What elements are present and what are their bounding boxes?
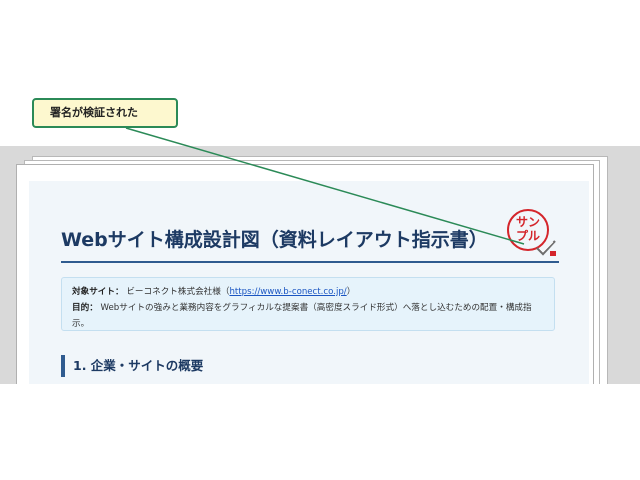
stamp-line-1: サン bbox=[515, 215, 540, 229]
signature-check-icon[interactable] bbox=[535, 239, 557, 257]
section-heading-1: 1. 企業・サイトの概要 bbox=[61, 355, 203, 377]
target-site-row: 対象サイト： ビーコネクト株式会社様（https://www.b-conect.… bbox=[72, 284, 544, 300]
target-site-label: 対象サイト： bbox=[72, 287, 124, 297]
target-site-close: ） bbox=[346, 287, 356, 297]
info-box: 対象サイト： ビーコネクト株式会社様（https://www.b-conect.… bbox=[61, 277, 555, 331]
slide-content: Webサイト構成設計図（資料レイアウト指示書） サン プル 対象サイト： ビーコ… bbox=[29, 181, 589, 384]
callout-text: 署名が検証された bbox=[50, 106, 138, 119]
title-underline bbox=[61, 261, 559, 263]
purpose-row: 目的： Webサイトの強みと業務内容をグラフィカルな提案書（高密度スライド形式）… bbox=[72, 300, 544, 332]
purpose-value: Webサイトの強みと業務内容をグラフィカルな提案書（高密度スライド形式）へ落とし… bbox=[72, 303, 532, 329]
signature-verified-callout: 署名が検証された bbox=[32, 98, 178, 128]
document-title: Webサイト構成設計図（資料レイアウト指示書） bbox=[61, 229, 488, 251]
target-site-value: ビーコネクト株式会社様（ bbox=[126, 287, 230, 297]
purpose-label: 目的： bbox=[72, 303, 98, 313]
document-page[interactable]: Webサイト構成設計図（資料レイアウト指示書） サン プル 対象サイト： ビーコ… bbox=[16, 164, 594, 384]
target-site-link[interactable]: https://www.b-conect.co.jp/ bbox=[229, 287, 346, 297]
document-viewer[interactable]: Webサイト構成設計図（資料レイアウト指示書） サン プル 対象サイト： ビーコ… bbox=[0, 146, 640, 384]
